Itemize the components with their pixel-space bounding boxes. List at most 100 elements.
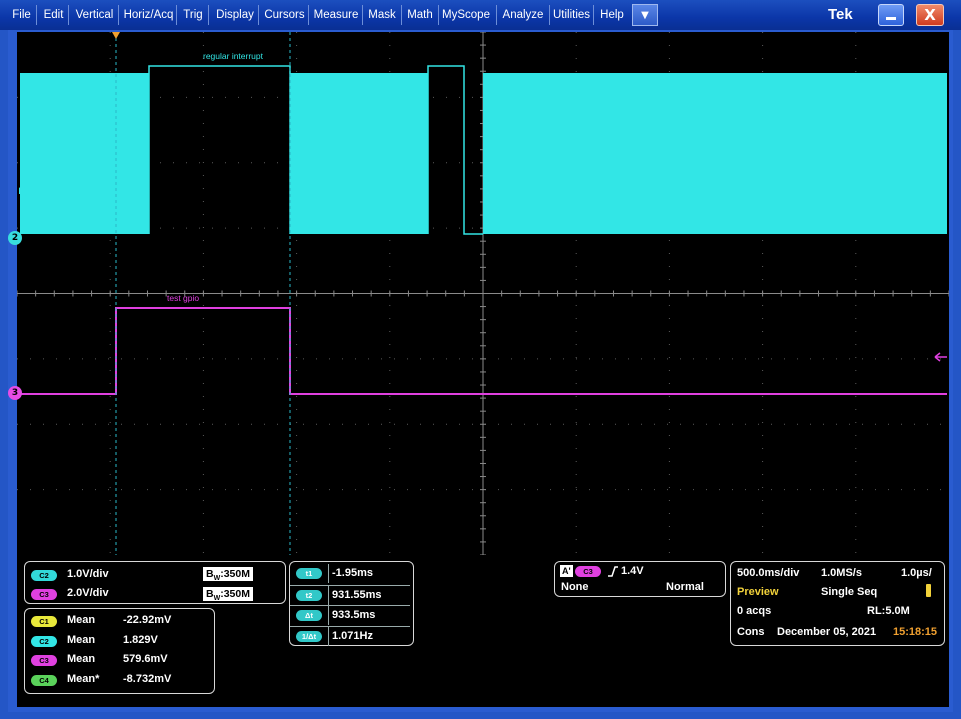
trigger-source-pill: C3	[575, 566, 601, 577]
menu-separator	[593, 5, 594, 25]
measurement-c4-pill: C4	[31, 674, 57, 686]
menu-separator	[401, 5, 402, 25]
menu-separator	[438, 5, 439, 25]
record-length: RL:5.0M	[867, 605, 910, 617]
waveform-display[interactable]: regular interrupt test gpio	[17, 32, 949, 555]
close-button[interactable]: X	[916, 4, 944, 26]
ch3-scale: 2.0V/div	[67, 587, 109, 599]
trigger-mode: Normal	[666, 581, 704, 593]
measurement-label: Mean	[67, 614, 96, 626]
menu-edit[interactable]: Edit	[39, 4, 68, 26]
trigger-coupling: None	[561, 581, 589, 593]
time-per-div: 500.0ms/div	[737, 567, 800, 579]
acquisition-box[interactable]: 500.0ms/div 1.0MS/s 1.0µs/ Preview Singl…	[730, 561, 945, 646]
acq-state: Preview	[737, 586, 779, 598]
menu-separator	[68, 5, 69, 25]
cursor-value: 1.071Hz	[328, 626, 373, 646]
menu-vertical[interactable]: Vertical	[71, 4, 118, 26]
trigger-box[interactable]: A' C3 1.4V None Normal	[554, 561, 726, 597]
menu-separator	[549, 5, 550, 25]
menu-display[interactable]: Display	[211, 4, 259, 26]
menu-separator	[176, 5, 177, 25]
menu-separator	[36, 5, 37, 25]
menu-separator	[362, 5, 363, 25]
cursor-row: t2 931.55ms	[290, 584, 410, 605]
acq-time: 15:18:15	[893, 626, 938, 638]
measurement-c1-pill: C1	[31, 616, 57, 627]
menu-separator	[496, 5, 497, 25]
ch2-waveform-pulse	[148, 65, 291, 234]
acq-count: 0 acqs	[737, 605, 772, 617]
ch2-bandwidth: BW:350M	[203, 567, 253, 583]
menu-file[interactable]: File	[5, 4, 38, 26]
trigger-level: 1.4V	[621, 565, 644, 577]
menu-dropdown-button[interactable]: ▼	[632, 4, 658, 26]
ch2-scale: 1.0V/div	[67, 568, 109, 580]
measurement-c2-pill: C2	[31, 635, 57, 647]
ch2-ground-marker[interactable]: 2	[8, 231, 22, 245]
channel-settings-box[interactable]: C2 1.0V/div BW:350M C3 2.0V/div BW:350M	[24, 561, 286, 604]
measurement-value: -22.92mV	[123, 614, 172, 626]
ch3-ground-marker[interactable]: 3	[8, 386, 22, 400]
cursor-pill: t2	[296, 589, 322, 601]
trigger-a-label: A'	[560, 565, 573, 577]
measurement-value: 579.6mV	[123, 653, 168, 665]
cursor-readout-box[interactable]: t1 -1.95ms t2 931.55ms Δt 933.5ms 1/Δt 1.071Hz	[289, 561, 414, 646]
minimize-icon	[886, 17, 896, 20]
menu-myscope[interactable]: MyScope	[441, 4, 491, 26]
minimize-button[interactable]	[878, 4, 904, 26]
resolution: 1.0µs/	[901, 567, 932, 579]
measurements-box[interactable]: C1 Mean -22.92mV C2 Mean 1.829V C3 Mean 579.6mV C…	[24, 608, 215, 694]
cursor-value: 933.5ms	[328, 606, 375, 625]
cursor-row: t1 -1.95ms	[290, 564, 410, 583]
menu-mask[interactable]: Mask	[365, 4, 399, 26]
menu-measure[interactable]: Measure	[311, 4, 361, 26]
cursor-pill: 1/Δt	[296, 630, 322, 642]
bw-sub: W	[213, 575, 221, 583]
ch2-waveform-burst	[483, 73, 947, 234]
acq-seq: Single Seq	[821, 586, 878, 598]
menu-separator	[208, 5, 209, 25]
menu-analyze[interactable]: Analyze	[499, 4, 547, 26]
trigger-position-marker	[112, 32, 120, 39]
menu-help[interactable]: Help	[596, 4, 628, 26]
menu-trig[interactable]: Trig	[179, 4, 207, 26]
cursor-pill: t1	[296, 568, 322, 579]
rising-edge-icon	[608, 566, 618, 577]
cursor-value: 931.55ms	[328, 585, 382, 605]
measurement-value: -8.732mV	[123, 672, 172, 685]
menu-utilities[interactable]: Utilities	[552, 4, 591, 26]
ch3-waveform-label: test gpio	[167, 293, 200, 303]
ch2-bw-value: 350M	[223, 568, 250, 580]
graticule	[17, 32, 949, 555]
ch2-waveform-pulse	[427, 65, 483, 235]
bw-prefix: B	[206, 568, 214, 580]
ch3-bw-value: 350M	[223, 588, 250, 600]
ch3-bandwidth: BW:350M	[203, 587, 253, 603]
cursor-pill: Δt	[296, 610, 322, 621]
menu-separator	[308, 5, 309, 25]
menu-cursors[interactable]: Cursors	[261, 4, 308, 26]
status-panel: C2 1.0V/div BW:350M C3 2.0V/div BW:350M …	[17, 555, 949, 707]
bw-prefix: B	[206, 588, 214, 600]
measurement-label: Mean	[67, 633, 96, 646]
measurement-c3-pill: C3	[31, 655, 57, 666]
ch3-waveform	[17, 307, 947, 395]
cursor-row: Δt 933.5ms	[290, 605, 410, 625]
measurement-value: 1.829V	[123, 633, 158, 646]
ch3-pill: C3	[31, 589, 57, 600]
acq-mode: Cons	[737, 626, 765, 638]
trigger-level-marker	[934, 352, 947, 362]
menu-math[interactable]: Math	[404, 4, 436, 26]
measurement-label: Mean*	[67, 672, 100, 685]
sample-rate: 1.0MS/s	[821, 567, 862, 579]
acq-date: December 05, 2021	[777, 626, 877, 638]
bw-sub: W	[213, 595, 221, 603]
cursor-value: -1.95ms	[328, 564, 373, 583]
menu-horiz-acq[interactable]: Horiz/Acq	[121, 4, 176, 26]
ch2-waveform-label: regular interrupt	[203, 51, 264, 61]
measurement-label: Mean	[67, 653, 96, 665]
tek-logo: Tek	[828, 6, 853, 23]
ch2-waveform-burst	[20, 73, 149, 234]
menu-separator	[118, 5, 119, 25]
